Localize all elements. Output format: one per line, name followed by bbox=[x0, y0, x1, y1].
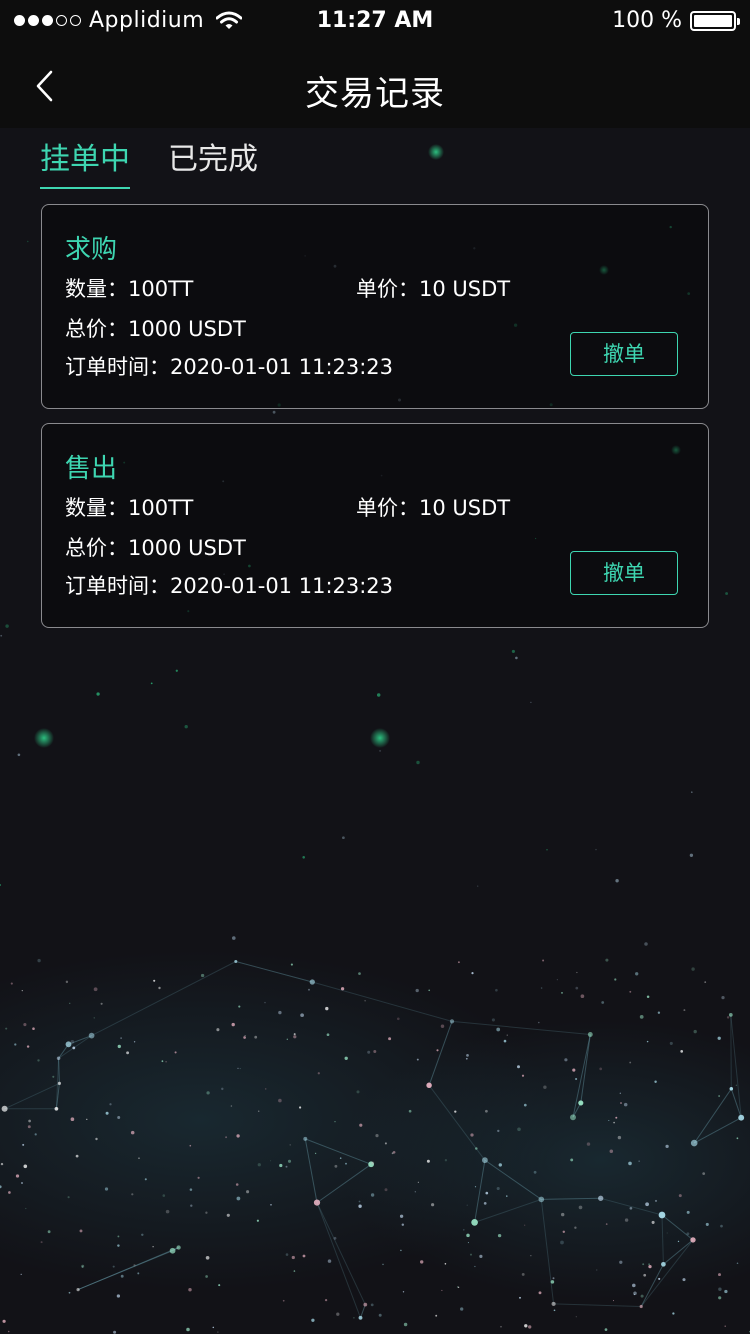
quantity-value: 100TT bbox=[128, 277, 194, 301]
page-title: 交易记录 bbox=[305, 74, 445, 114]
order-time-value: 2020-01-01 11:23:23 bbox=[170, 355, 394, 379]
quantity-label: 数量： bbox=[65, 496, 128, 520]
order-card: 求购 数量：100TT 单价：10 USDT 总价：1000 USDT 订单时间… bbox=[41, 204, 709, 409]
total-label: 总价： bbox=[65, 536, 128, 560]
total-value: 1000 USDT bbox=[128, 317, 246, 341]
order-time: 订单时间：2020-01-01 11:23:23 bbox=[65, 351, 393, 381]
tab-pending[interactable]: 挂单中 bbox=[40, 138, 130, 189]
order-unit-price: 单价：10 USDT bbox=[356, 273, 510, 303]
quantity-label: 数量： bbox=[65, 277, 128, 301]
cancel-order-button[interactable]: 撤单 bbox=[570, 332, 678, 376]
unit-price-value: 10 USDT bbox=[419, 277, 511, 301]
order-total: 总价：1000 USDT bbox=[65, 313, 246, 343]
order-quantity: 数量：100TT bbox=[65, 492, 193, 522]
total-label: 总价： bbox=[65, 317, 128, 341]
order-time-label: 订单时间： bbox=[65, 574, 170, 598]
battery-percentage: 100 % bbox=[612, 8, 682, 33]
unit-price-label: 单价： bbox=[356, 277, 419, 301]
order-type: 求购 bbox=[65, 235, 118, 265]
order-time-value: 2020-01-01 11:23:23 bbox=[170, 574, 394, 598]
order-quantity: 数量：100TT bbox=[65, 273, 193, 303]
order-time-label: 订单时间： bbox=[65, 355, 170, 379]
tab-bar: 挂单中 已完成 bbox=[40, 138, 258, 189]
navigation-bar: 交易记录 bbox=[0, 44, 750, 128]
starfield-network-background bbox=[0, 0, 750, 1334]
total-value: 1000 USDT bbox=[128, 536, 246, 560]
order-list: 求购 数量：100TT 单价：10 USDT 总价：1000 USDT 订单时间… bbox=[41, 204, 709, 642]
battery-fill bbox=[694, 14, 732, 27]
order-card: 售出 数量：100TT 单价：10 USDT 总价：1000 USDT 订单时间… bbox=[41, 423, 709, 628]
quantity-value: 100TT bbox=[128, 496, 194, 520]
status-right: 100 % bbox=[612, 8, 740, 33]
unit-price-label: 单价： bbox=[356, 496, 419, 520]
unit-price-value: 10 USDT bbox=[419, 496, 511, 520]
order-type: 售出 bbox=[65, 454, 118, 484]
battery-nub bbox=[737, 17, 740, 25]
battery-icon bbox=[690, 10, 740, 31]
order-time: 订单时间：2020-01-01 11:23:23 bbox=[65, 570, 393, 600]
status-bar: Applidium 11:27 AM 100 % bbox=[0, 0, 750, 44]
order-total: 总价：1000 USDT bbox=[65, 532, 246, 562]
cancel-order-button[interactable]: 撤单 bbox=[570, 551, 678, 595]
order-unit-price: 单价：10 USDT bbox=[356, 492, 510, 522]
tab-completed[interactable]: 已完成 bbox=[168, 138, 258, 186]
